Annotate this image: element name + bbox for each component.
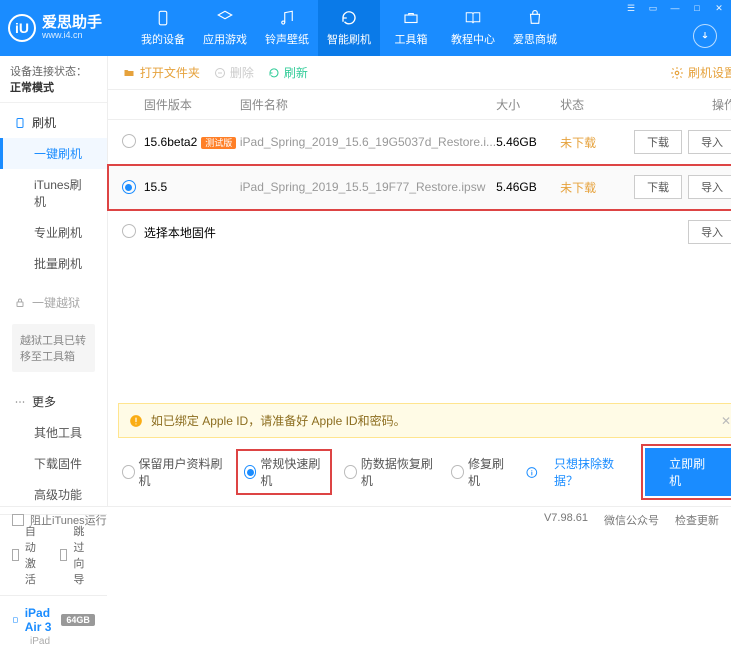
table-header: 固件版本 固件名称 大小 状态 操作 <box>108 90 731 120</box>
logo-badge-icon: iU <box>8 14 36 42</box>
appleid-warning: 如已绑定 Apple ID，请准备好 Apple ID和密码。 ✕ <box>118 403 731 438</box>
sidebar-item-advanced[interactable]: 高级功能 <box>0 479 107 510</box>
th-size: 大小 <box>496 96 560 113</box>
app-name: 爱思助手 <box>42 15 102 32</box>
gear-icon <box>670 66 684 80</box>
local-firmware-row[interactable]: 选择本地固件 导入 <box>108 210 731 254</box>
version-label: V7.98.61 <box>544 512 588 528</box>
import-button[interactable]: 导入 <box>688 175 731 199</box>
download-button[interactable]: 下载 <box>634 175 682 199</box>
sidebar-item-pro-flash[interactable]: 专业刷机 <box>0 217 107 248</box>
close-warning-icon[interactable]: ✕ <box>721 414 731 428</box>
tab-shop[interactable]: 爱思商城 <box>504 0 566 56</box>
import-button[interactable]: 导入 <box>688 130 731 154</box>
opt-repair-flash[interactable]: 修复刷机 <box>451 455 510 489</box>
tab-my-device[interactable]: 我的设备 <box>132 0 194 56</box>
sidebar-cat-jailbreak[interactable]: 一键越狱 <box>0 287 107 318</box>
wechat-link[interactable]: 微信公众号 <box>604 512 659 528</box>
app-url: www.i4.cn <box>42 31 102 41</box>
flash-options: 保留用户资料刷机 常规快速刷机 防数据恢复刷机 修复刷机 只想抹除数据？ 立即刷… <box>108 438 731 506</box>
window-controls: ☰ ▭ — □ ✕ <box>625 2 725 14</box>
row-radio[interactable] <box>122 134 136 148</box>
flash-now-button[interactable]: 立即刷机 <box>645 448 731 496</box>
skip-guide-checkbox[interactable] <box>60 549 67 561</box>
info-icon[interactable] <box>526 466 538 479</box>
tab-apps[interactable]: 应用游戏 <box>194 0 256 56</box>
sidebar-item-other-tools[interactable]: 其他工具 <box>0 417 107 448</box>
opt-anti-recovery[interactable]: 防数据恢复刷机 <box>344 455 435 489</box>
maximize-icon[interactable]: □ <box>691 2 703 14</box>
sidebar: 设备连接状态：正常模式 刷机 一键刷机 iTunes刷机 专业刷机 批量刷机 一… <box>0 56 108 506</box>
minimize-icon[interactable]: — <box>669 2 681 14</box>
firmware-row[interactable]: 15.6beta2测试版 iPad_Spring_2019_15.6_19G50… <box>108 120 731 165</box>
row-radio[interactable] <box>122 180 136 194</box>
beta-badge: 测试版 <box>201 137 236 149</box>
th-name: 固件名称 <box>240 96 496 113</box>
storage-badge: 64GB <box>61 614 95 626</box>
app-logo: iU 爱思助手 www.i4.cn <box>8 14 102 42</box>
firmware-row-selected[interactable]: 15.5 iPad_Spring_2019_15.5_19F77_Restore… <box>108 165 731 210</box>
sidebar-item-download-fw[interactable]: 下载固件 <box>0 448 107 479</box>
main-panel: 打开文件夹 删除 刷新 刷机设置 固件版本 固件名称 大小 状态 操作 15.6… <box>108 56 731 506</box>
refresh-button[interactable]: 刷新 <box>268 64 308 81</box>
nav-tabs: 我的设备 应用游戏 铃声壁纸 智能刷机 工具箱 教程中心 爱思商城 <box>132 0 566 56</box>
auto-activate-checkbox[interactable] <box>12 549 19 561</box>
th-status: 状态 <box>560 96 616 113</box>
erase-only-link[interactable]: 只想抹除数据？ <box>554 455 629 489</box>
jailbreak-note: 越狱工具已转移至工具箱 <box>12 324 95 372</box>
close-icon[interactable]: ✕ <box>713 2 725 14</box>
check-update-link[interactable]: 检查更新 <box>675 512 719 528</box>
opt-keep-data[interactable]: 保留用户资料刷机 <box>122 455 224 489</box>
tab-toolbox[interactable]: 工具箱 <box>380 0 442 56</box>
sidebar-item-batch-flash[interactable]: 批量刷机 <box>0 248 107 279</box>
tab-ringtones[interactable]: 铃声壁纸 <box>256 0 318 56</box>
th-version: 固件版本 <box>144 96 240 113</box>
toolbar: 打开文件夹 删除 刷新 刷机设置 <box>108 56 731 90</box>
flash-settings-button[interactable]: 刷机设置 <box>670 64 731 81</box>
open-folder-button[interactable]: 打开文件夹 <box>122 64 200 81</box>
menu-icon[interactable]: ☰ <box>625 2 637 14</box>
warning-icon <box>129 414 143 428</box>
opt-quick-flash[interactable]: 常规快速刷机 <box>240 453 328 491</box>
title-bar: iU 爱思助手 www.i4.cn 我的设备 应用游戏 铃声壁纸 智能刷机 工具… <box>0 0 731 56</box>
ipad-icon <box>12 613 19 627</box>
sidebar-item-itunes-flash[interactable]: iTunes刷机 <box>0 169 107 217</box>
connection-status: 设备连接状态：正常模式 <box>0 56 107 103</box>
sidebar-cat-flash[interactable]: 刷机 <box>0 107 107 138</box>
row-radio[interactable] <box>122 224 136 238</box>
block-itunes-checkbox[interactable] <box>12 514 24 526</box>
device-info[interactable]: iPad Air 3 64GB iPad <box>0 595 107 657</box>
tab-tutorial[interactable]: 教程中心 <box>442 0 504 56</box>
tab-flash[interactable]: 智能刷机 <box>318 0 380 56</box>
lock-icon[interactable]: ▭ <box>647 2 659 14</box>
sidebar-item-oneclick-flash[interactable]: 一键刷机 <box>0 138 107 169</box>
circle-download-icon[interactable] <box>693 24 717 48</box>
download-button[interactable]: 下载 <box>634 130 682 154</box>
status-bar: 阻止iTunes运行 V7.98.61 微信公众号 检查更新 <box>0 506 731 532</box>
import-button[interactable]: 导入 <box>688 220 731 244</box>
sidebar-cat-more[interactable]: 更多 <box>0 386 107 417</box>
th-ops: 操作 <box>616 96 731 113</box>
delete-button[interactable]: 删除 <box>214 64 254 81</box>
